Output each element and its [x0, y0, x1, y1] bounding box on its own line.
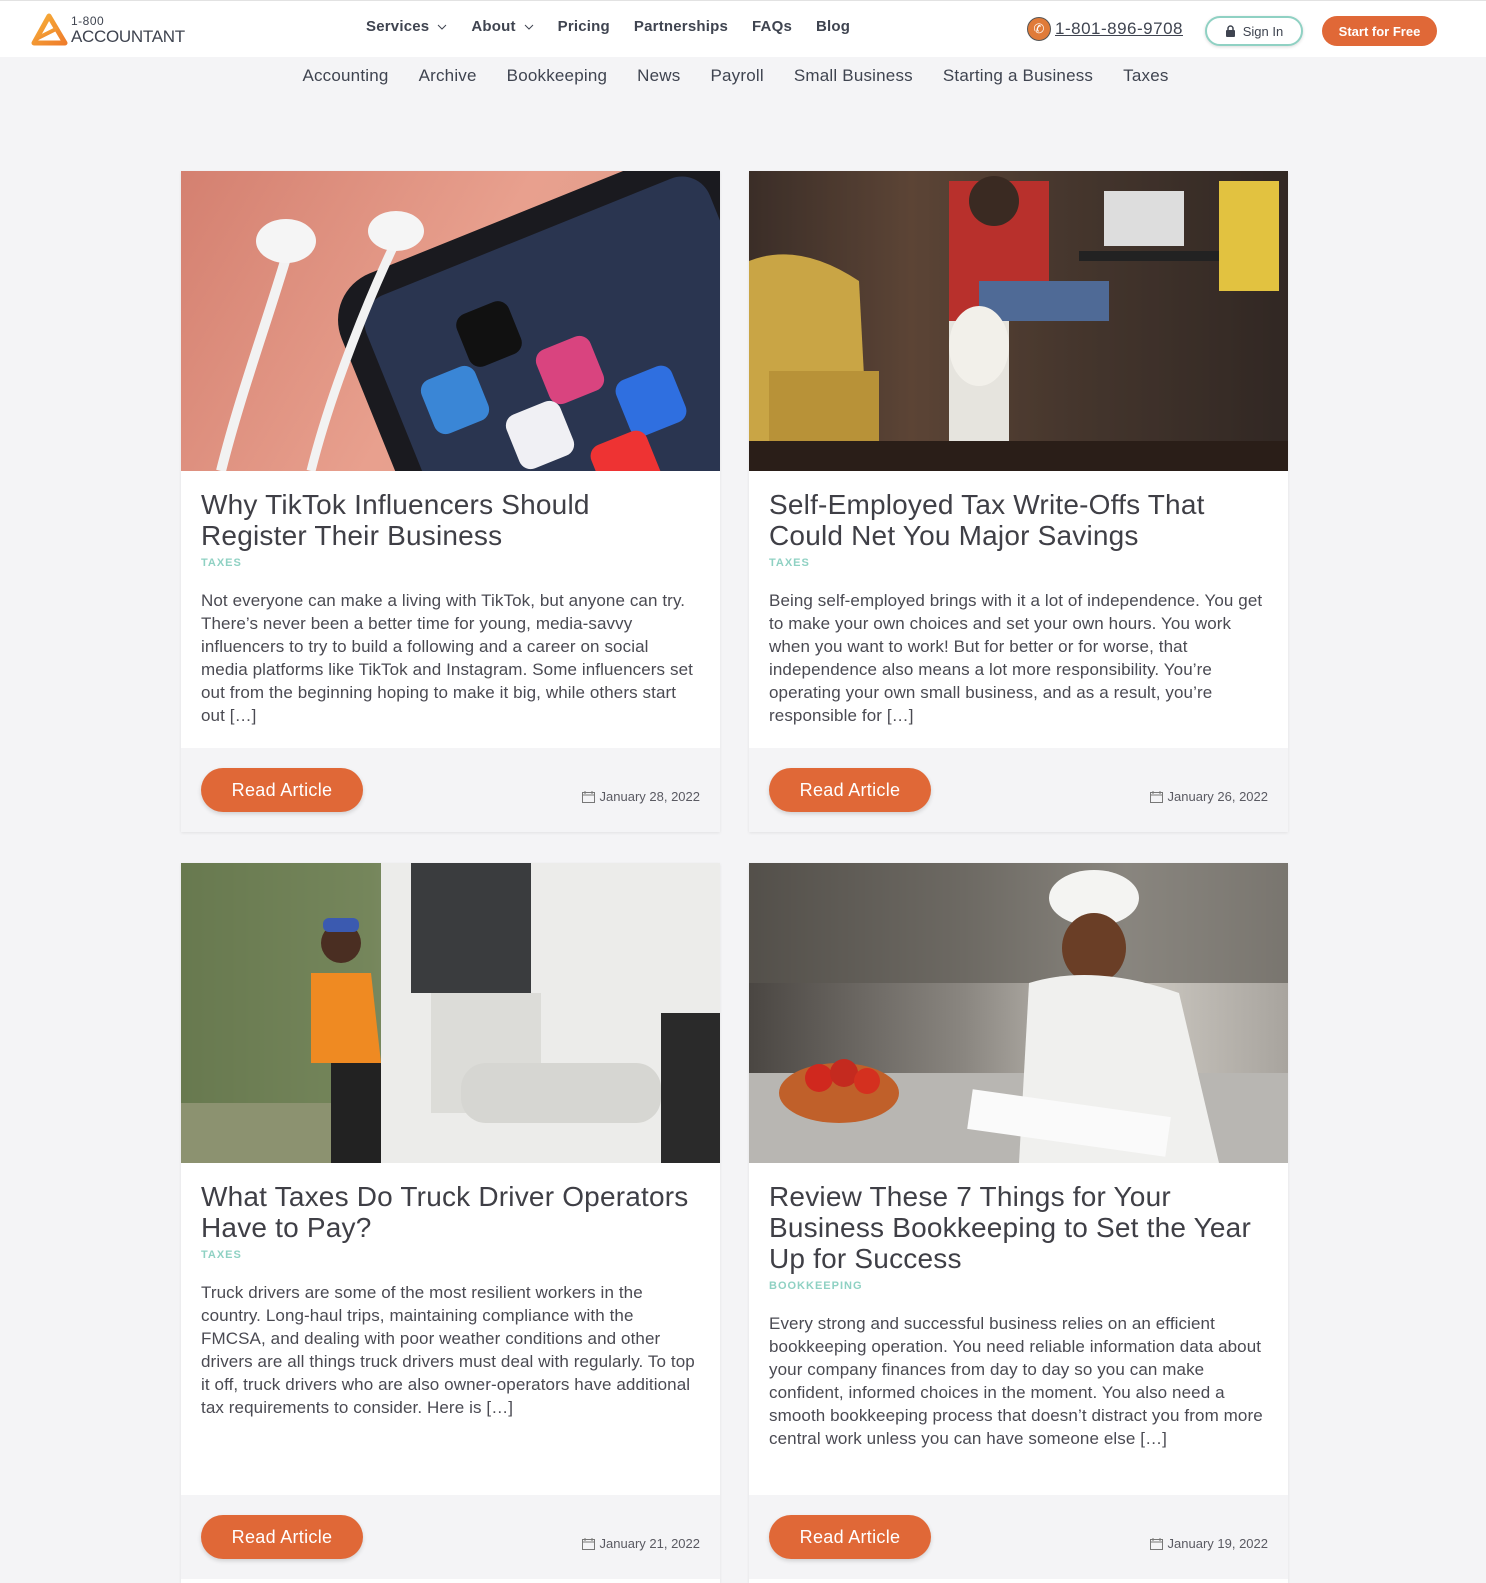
article-card: What Taxes Do Truck Driver Operators Hav… [181, 863, 720, 1583]
phone-link[interactable]: ✆ 1-801-896-9708 [1027, 17, 1183, 41]
article-category-tag[interactable]: BOOKKEEPING [769, 1280, 1268, 1292]
category-accounting[interactable]: Accounting [302, 66, 388, 86]
nav-pricing-label: Pricing [557, 18, 610, 35]
calendar-icon [1149, 790, 1163, 803]
article-footer: Read Article January 26, 2022 [749, 748, 1288, 832]
article-excerpt: Every strong and successful business rel… [769, 1314, 1263, 1448]
article-date: January 28, 2022 [581, 789, 700, 804]
article-date: January 21, 2022 [581, 1536, 700, 1551]
calendar-icon [581, 1537, 595, 1550]
article-image-chef-kitchen[interactable] [749, 863, 1288, 1163]
category-taxes[interactable]: Taxes [1123, 66, 1168, 86]
read-article-button[interactable]: Read Article [201, 768, 363, 812]
article-date-text: January 28, 2022 [599, 789, 700, 804]
article-title[interactable]: Why TikTok Influencers Should Register T… [201, 489, 700, 551]
category-small-business[interactable]: Small Business [794, 66, 913, 86]
calendar-icon [581, 790, 595, 803]
logo[interactable]: 1-800 ACCOUNTANT [30, 13, 185, 47]
article-date: January 26, 2022 [1149, 789, 1268, 804]
nav-faqs-label: FAQs [752, 18, 792, 35]
article-category-tag[interactable]: TAXES [769, 557, 1268, 569]
nav-services-label: Services [366, 18, 430, 35]
category-nav: Accounting Archive Bookkeeping News Payr… [0, 66, 1486, 86]
article-category-tag[interactable]: TAXES [201, 557, 700, 569]
phone-illustration [216, 171, 720, 471]
article-title[interactable]: What Taxes Do Truck Driver Operators Hav… [201, 1181, 700, 1243]
nav-partnerships-label: Partnerships [633, 18, 729, 35]
nav-blog-label: Blog [816, 18, 851, 35]
nav-about[interactable]: About [471, 18, 534, 35]
read-article-button[interactable]: Read Article [769, 768, 931, 812]
nav-about-label: About [471, 18, 516, 35]
sign-in-label: Sign In [1242, 23, 1284, 39]
article-excerpt: Truck drivers are some of the most resil… [201, 1283, 695, 1417]
start-for-free-button[interactable]: Start for Free [1322, 16, 1437, 46]
truck-illustration [181, 863, 720, 1163]
logo-big-text: ACCOUNTANT [71, 27, 185, 46]
article-date-text: January 21, 2022 [599, 1536, 700, 1551]
main-nav: Services About Pricing Partnerships FAQs… [366, 18, 874, 35]
article-date: January 19, 2022 [1149, 1536, 1268, 1551]
sign-in-button[interactable]: Sign In [1205, 16, 1303, 46]
nav-pricing[interactable]: Pricing [558, 18, 610, 35]
article-image-home-office[interactable] [749, 171, 1288, 471]
phone-icon: ✆ [1027, 17, 1051, 41]
category-news[interactable]: News [637, 66, 680, 86]
category-archive[interactable]: Archive [419, 66, 477, 86]
article-category-tag[interactable]: TAXES [201, 1249, 700, 1261]
article-footer: Read Article January 28, 2022 [181, 748, 720, 832]
read-article-button[interactable]: Read Article [201, 1515, 363, 1559]
article-excerpt: Being self-employed brings with it a lot… [769, 591, 1263, 725]
article-title[interactable]: Review These 7 Things for Your Business … [769, 1181, 1268, 1274]
site-header: 1-800 ACCOUNTANT Services About Pricing … [0, 0, 1486, 57]
article-excerpt: Not everyone can make a living with TikT… [201, 591, 693, 725]
lock-icon [1225, 25, 1235, 37]
article-date-text: January 19, 2022 [1167, 1536, 1268, 1551]
article-footer: Read Article January 19, 2022 [749, 1495, 1288, 1579]
category-starting-a-business[interactable]: Starting a Business [943, 66, 1093, 86]
category-payroll[interactable]: Payroll [710, 66, 763, 86]
phone-number[interactable]: 1-801-896-9708 [1055, 19, 1183, 39]
chevron-down-icon [524, 24, 534, 30]
article-title[interactable]: Self-Employed Tax Write-Offs That Could … [769, 489, 1268, 551]
logo-small-text: 1-800 [71, 14, 105, 28]
article-footer: Read Article January 21, 2022 [181, 1495, 720, 1579]
nav-faqs[interactable]: FAQs [752, 18, 792, 35]
article-card: Review These 7 Things for Your Business … [749, 863, 1288, 1583]
calendar-icon [1149, 1537, 1163, 1550]
kitchen-illustration [749, 863, 1288, 1163]
chevron-down-icon [437, 24, 447, 30]
article-image-tiktok-phone[interactable] [181, 171, 720, 471]
home-office-illustration [749, 171, 1288, 471]
logo-icon [31, 13, 68, 46]
article-image-truck-driver[interactable] [181, 863, 720, 1163]
article-card: Why TikTok Influencers Should Register T… [181, 171, 720, 832]
nav-blog[interactable]: Blog [816, 18, 850, 35]
category-bookkeeping[interactable]: Bookkeeping [507, 66, 608, 86]
nav-partnerships[interactable]: Partnerships [634, 18, 728, 35]
nav-services[interactable]: Services [366, 18, 447, 35]
read-article-button[interactable]: Read Article [769, 1515, 931, 1559]
article-date-text: January 26, 2022 [1167, 789, 1268, 804]
article-card: Self-Employed Tax Write-Offs That Could … [749, 171, 1288, 832]
